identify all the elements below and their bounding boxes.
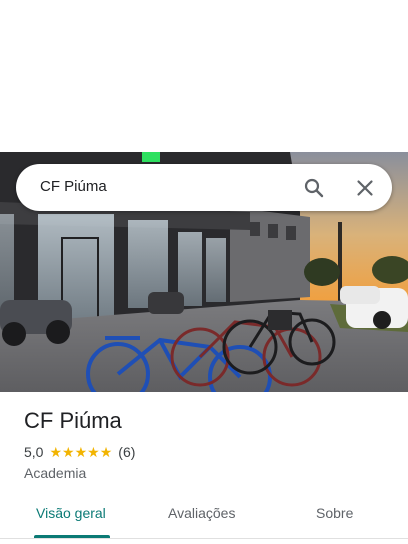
star-icon: ★ bbox=[74, 444, 88, 460]
place-category: Academia bbox=[24, 465, 87, 481]
place-title: CF Piúma bbox=[24, 408, 122, 433]
rating-row[interactable]: 5,0 ★ ★ ★ ★ ★ (6) bbox=[24, 444, 135, 460]
rating-value: 5,0 bbox=[24, 444, 44, 460]
close-icon[interactable] bbox=[353, 176, 377, 200]
tab-about[interactable]: Sobre bbox=[316, 505, 353, 521]
star-icon: ★ bbox=[99, 444, 113, 460]
star-icon: ★ bbox=[87, 444, 100, 460]
star-icon: ★ bbox=[49, 444, 63, 460]
search-bar[interactable]: CF Piúma bbox=[16, 164, 392, 211]
review-count[interactable]: (6) bbox=[118, 444, 135, 460]
tabs-divider bbox=[0, 538, 408, 539]
search-icon[interactable] bbox=[302, 176, 326, 200]
star-icon: ★ bbox=[62, 444, 75, 460]
star-rating: ★ ★ ★ ★ ★ bbox=[49, 445, 112, 459]
search-input[interactable]: CF Piúma bbox=[40, 178, 107, 195]
tab-overview[interactable]: Visão geral bbox=[36, 505, 106, 521]
top-blank-area bbox=[0, 0, 408, 152]
place-tabs: Visão geral Avaliações Sobre bbox=[0, 496, 408, 544]
tab-reviews[interactable]: Avaliações bbox=[168, 505, 235, 521]
